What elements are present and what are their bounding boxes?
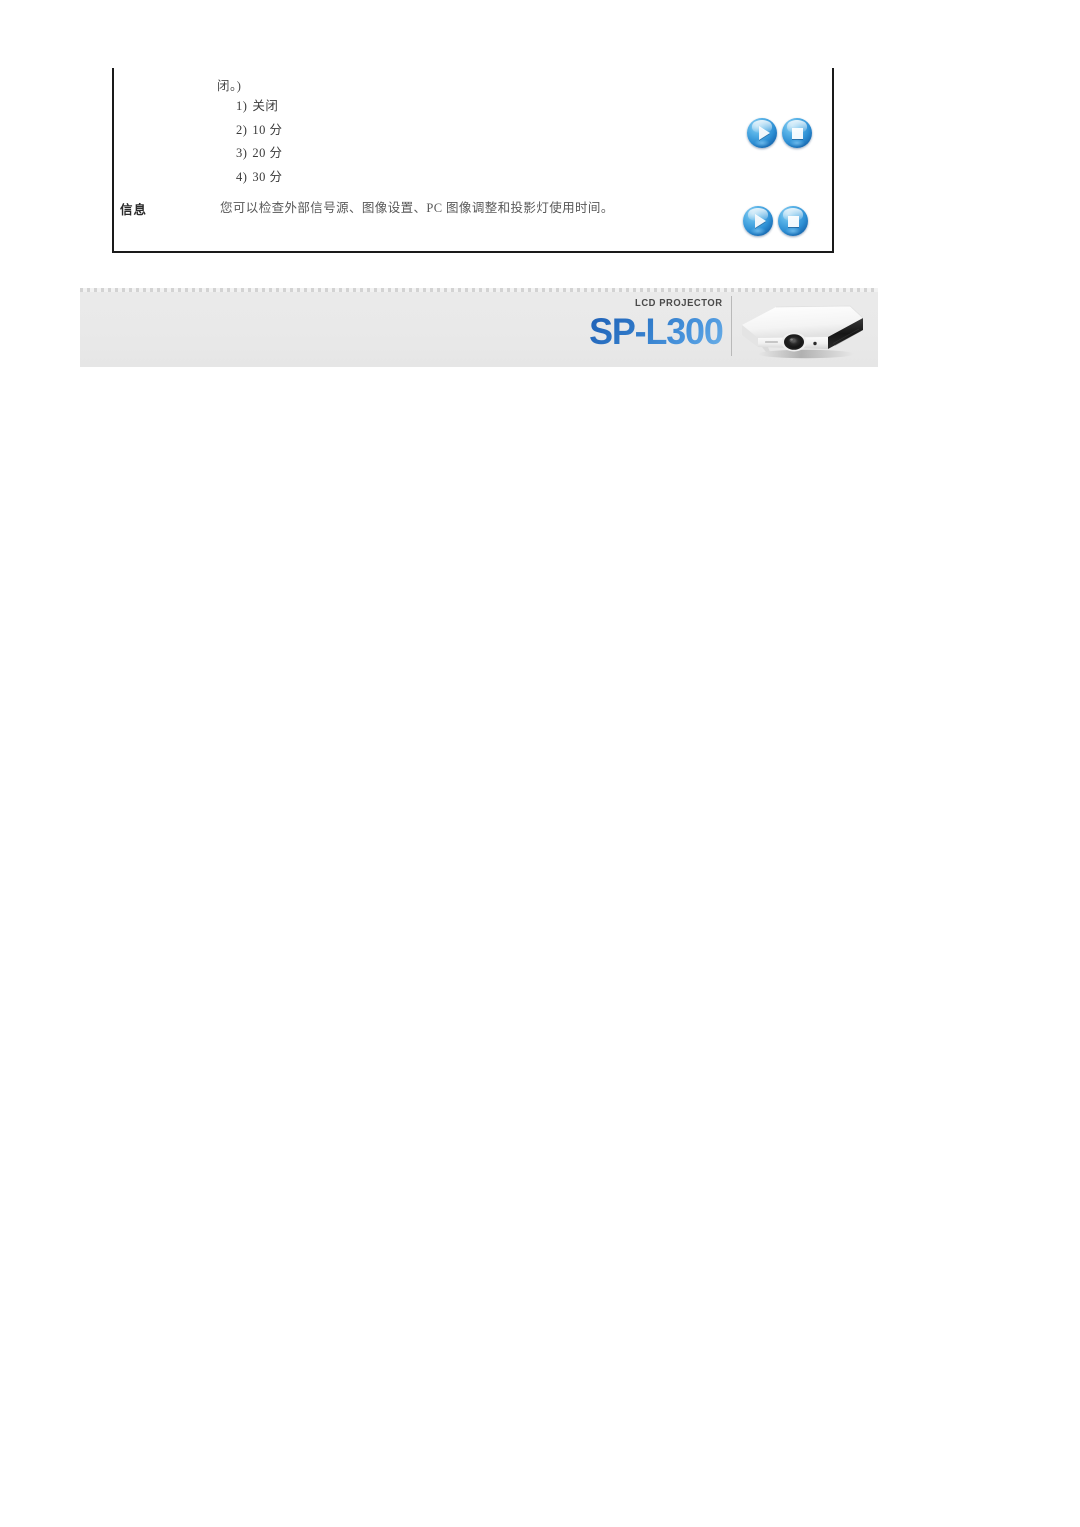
product-model-name: SP-L300	[589, 311, 725, 352]
info-description-text: 您可以检查外部信号源、图像设置、PC 图像调整和投影灯使用时间。	[220, 201, 614, 215]
options-content-cell: 闭。) 1) 关闭 2) 10 分 3) 20 分 4) 30 分	[114, 78, 832, 189]
play-triangle-icon[interactable]	[747, 118, 777, 148]
option-label: 10 分	[252, 122, 283, 137]
play-glyph	[743, 206, 773, 236]
list-item: 3) 20 分	[236, 142, 832, 166]
option-number: 4)	[236, 169, 248, 184]
list-item: 1) 关闭	[236, 95, 832, 119]
stop-square-icon[interactable]	[782, 118, 812, 148]
stop-square-icon[interactable]	[778, 206, 808, 236]
table-row: 信息 您可以检查外部信号源、图像设置、PC 图像调整和投影灯使用时间。	[114, 199, 832, 236]
info-description-cell: 您可以检查外部信号源、图像设置、PC 图像调整和投影灯使用时间。	[217, 199, 832, 217]
option-label: 20 分	[252, 146, 283, 160]
menu-options-table: 闭。) 1) 关闭 2) 10 分 3) 20 分 4) 30 分 信息 您可以…	[112, 68, 834, 253]
row-label-info: 信息	[120, 203, 148, 217]
navigation-buttons-info	[743, 206, 808, 236]
stop-glyph	[782, 118, 812, 148]
table-row: 闭。) 1) 关闭 2) 10 分 3) 20 分 4) 30 分	[114, 68, 832, 189]
navigation-buttons-options	[747, 118, 812, 148]
continuation-text: 闭。)	[217, 79, 242, 93]
list-item: 4) 30 分	[236, 166, 832, 190]
play-glyph	[747, 118, 777, 148]
option-label: 关闭	[252, 99, 279, 113]
projector-product-image	[742, 305, 864, 359]
product-footer-banner: LCD PROJECTOR SP-L300	[80, 288, 878, 367]
banner-top-dotted-edge	[80, 288, 878, 292]
play-triangle-icon[interactable]	[743, 206, 773, 236]
stop-glyph	[778, 206, 808, 236]
banner-text-group: LCD PROJECTOR SP-L300	[585, 298, 725, 353]
option-number: 1)	[236, 99, 248, 113]
product-category-label: LCD PROJECTOR	[635, 298, 723, 309]
option-label: 30 分	[252, 169, 283, 184]
list-item: 2) 10 分	[236, 119, 832, 143]
option-number: 3)	[236, 146, 248, 160]
option-number: 2)	[236, 122, 248, 137]
